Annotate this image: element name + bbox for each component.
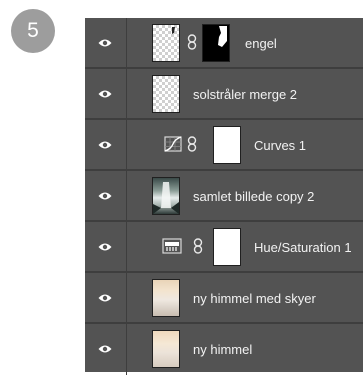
chain-link-icon[interactable] — [193, 238, 203, 254]
layer-thumbnail[interactable] — [152, 330, 180, 368]
eye-icon — [98, 39, 112, 47]
layer-thumbnail[interactable] — [152, 177, 180, 215]
layer-thumbnail[interactable] — [152, 279, 180, 317]
visibility-toggle[interactable] — [85, 18, 127, 67]
angel-figure-icon — [172, 27, 175, 34]
layer-name[interactable]: ny himmel med skyer — [193, 273, 316, 324]
visibility-toggle[interactable] — [85, 324, 127, 375]
layer-name[interactable]: samlet billede copy 2 — [193, 171, 314, 222]
step-number-badge: 5 — [11, 9, 55, 53]
layer-row-engel[interactable]: engel — [85, 18, 363, 69]
layer-thumbnail[interactable] — [152, 24, 180, 62]
eye-icon — [98, 243, 112, 251]
layer-row-hue-saturation-1[interactable]: Hue/Saturation 1 — [85, 222, 363, 273]
visibility-toggle[interactable] — [85, 120, 127, 169]
eye-icon — [98, 294, 112, 302]
eye-icon — [98, 345, 112, 353]
chain-link-icon[interactable] — [187, 136, 197, 152]
layer-row-curves-1[interactable]: Curves 1 — [85, 120, 363, 171]
eye-icon — [98, 141, 112, 149]
layer-name[interactable]: solstråler merge 2 — [193, 69, 297, 120]
layer-row-samlet-billede-copy-2[interactable]: samlet billede copy 2 — [85, 171, 363, 222]
layer-row-solstraler-merge-2[interactable]: solstråler merge 2 — [85, 69, 363, 120]
layer-name[interactable]: ny himmel — [193, 324, 252, 375]
waterfall-image-icon — [153, 182, 179, 214]
visibility-toggle[interactable] — [85, 222, 127, 271]
layer-mask-thumbnail[interactable] — [213, 228, 241, 266]
layer-name[interactable]: Hue/Saturation 1 — [254, 222, 352, 273]
layer-thumbnail[interactable] — [152, 75, 180, 113]
layer-mask-thumbnail[interactable] — [213, 126, 241, 164]
curves-icon[interactable] — [164, 136, 182, 152]
visibility-toggle[interactable] — [85, 171, 127, 220]
visibility-toggle[interactable] — [85, 69, 127, 118]
layer-name[interactable]: engel — [245, 18, 277, 69]
layers-panel: engel solstråler merge 2 Curves 1 samlet… — [85, 18, 363, 375]
eye-icon — [98, 192, 112, 200]
layer-row-ny-himmel[interactable]: ny himmel — [85, 324, 363, 375]
angel-mask-shape-icon — [218, 26, 227, 47]
visibility-toggle[interactable] — [85, 273, 127, 322]
chain-link-icon[interactable] — [187, 34, 197, 50]
layer-row-ny-himmel-med-skyer[interactable]: ny himmel med skyer — [85, 273, 363, 324]
hue-saturation-icon[interactable] — [162, 238, 182, 254]
eye-icon — [98, 90, 112, 98]
layer-name[interactable]: Curves 1 — [254, 120, 306, 171]
layer-mask-thumbnail[interactable] — [202, 24, 230, 62]
